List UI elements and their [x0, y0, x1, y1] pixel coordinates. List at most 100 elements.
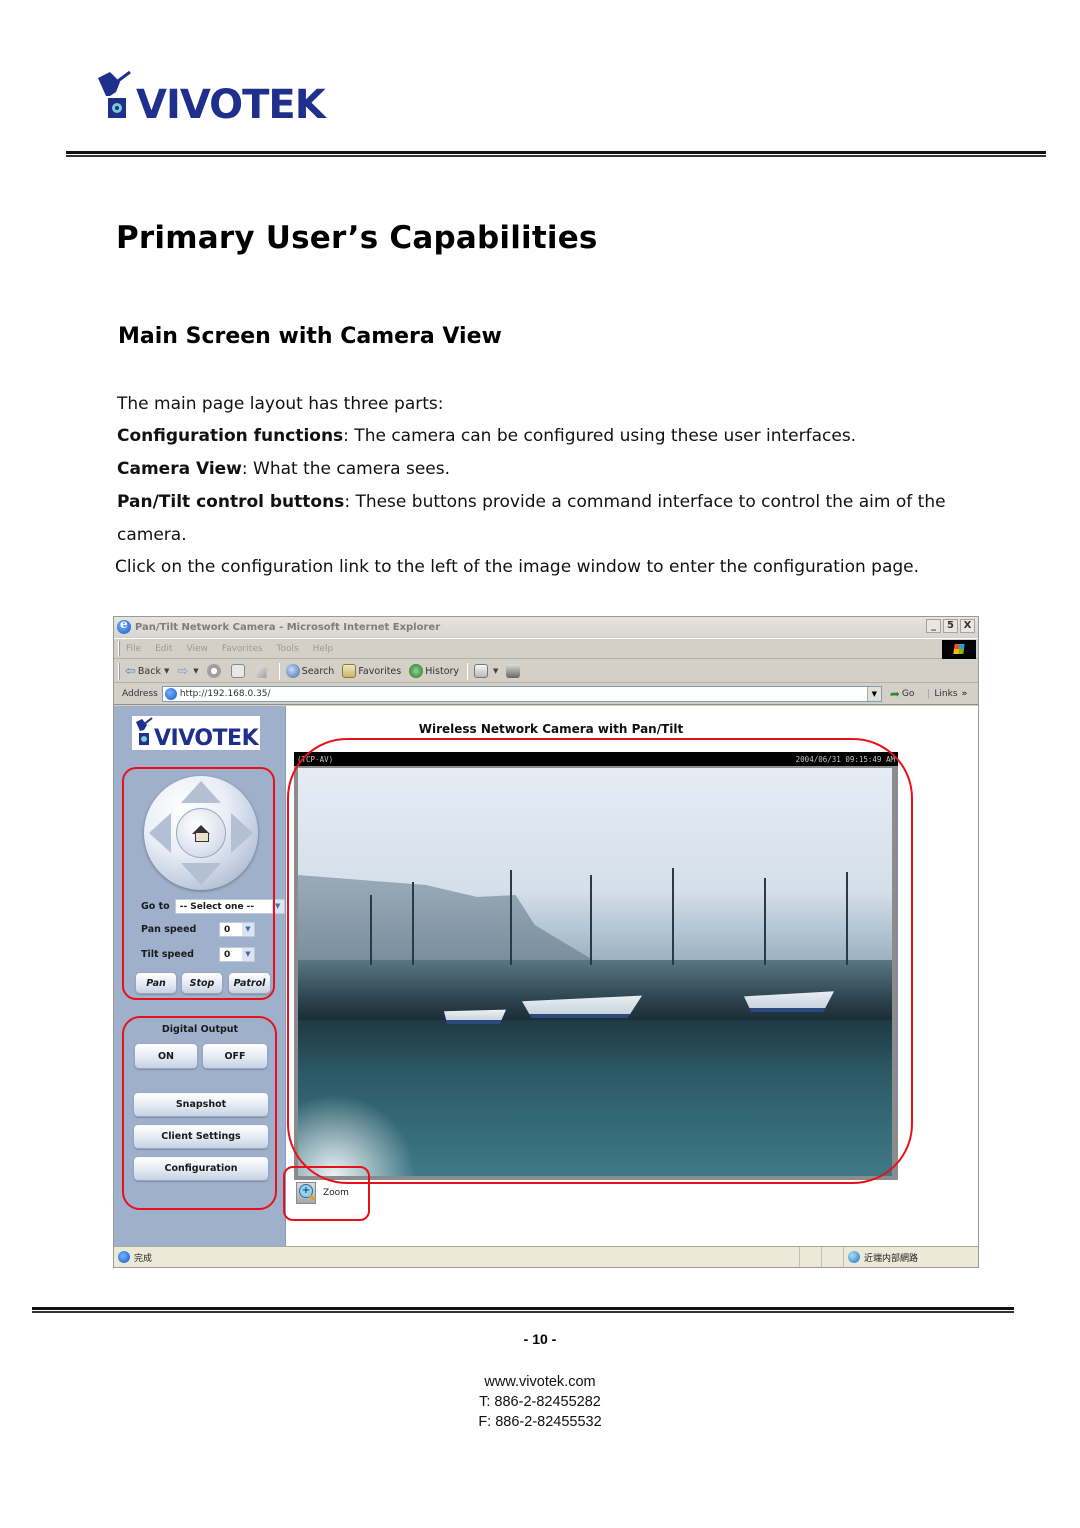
- camera-image: [298, 768, 892, 1176]
- image-pole: [672, 868, 674, 965]
- menu-file[interactable]: File: [126, 644, 141, 654]
- stop-button[interactable]: Stop: [181, 972, 223, 994]
- chevron-down-icon: ▼: [242, 948, 254, 961]
- pan-button[interactable]: Pan: [135, 972, 177, 994]
- part-term: Camera View: [117, 459, 242, 479]
- footer-website: www.vivotek.com: [484, 1374, 596, 1390]
- digital-output-on-button[interactable]: ON: [134, 1043, 198, 1069]
- stop-icon: [206, 664, 221, 678]
- part-desc: : The camera can be configured using the…: [343, 426, 857, 446]
- image-pole: [510, 870, 512, 965]
- menu-edit[interactable]: Edit: [155, 644, 172, 654]
- patrol-button[interactable]: Patrol: [228, 972, 271, 994]
- goto-select[interactable]: -- Select one -- ▼: [174, 899, 285, 914]
- search-button[interactable]: Search: [285, 664, 335, 678]
- camera-view: (TCP-AV) 2004/06/31 09:15:49 AM: [294, 752, 898, 1180]
- refresh-icon: [230, 664, 245, 678]
- image-pole: [370, 895, 372, 965]
- menu-bar: File Edit View Favorites Tools Help: [114, 638, 978, 659]
- home-position-button[interactable]: [176, 808, 226, 858]
- links-button[interactable]: Links»: [928, 689, 967, 699]
- client-settings-button[interactable]: Client Settings: [133, 1124, 269, 1149]
- section-title: Main Screen with Camera View: [118, 324, 502, 349]
- stop-button[interactable]: [206, 664, 223, 678]
- configuration-button[interactable]: Configuration: [133, 1156, 269, 1181]
- go-button[interactable]: ➦ Go: [890, 687, 915, 701]
- back-button[interactable]: ⇦ Back ▼: [125, 664, 169, 679]
- pan-left-arrow-icon[interactable]: [149, 813, 171, 853]
- address-url: http://192.168.0.35/: [179, 689, 271, 699]
- home-button[interactable]: [254, 664, 271, 678]
- favorites-label: Favorites: [358, 665, 402, 677]
- menu-favorites[interactable]: Favorites: [222, 644, 263, 654]
- print-button[interactable]: [506, 664, 522, 678]
- part-term: Configuration functions: [117, 426, 344, 446]
- part-pan-tilt: Pan/Tilt control buttons: These buttons …: [117, 486, 987, 552]
- minimize-button[interactable]: _: [926, 619, 941, 633]
- header-rule: [66, 151, 1046, 157]
- search-label: Search: [301, 665, 335, 677]
- camera-mark-icon: [136, 717, 153, 745]
- page-title: Primary User’s Capabilities: [116, 220, 598, 256]
- globe-icon: [848, 1251, 860, 1263]
- pan-speed-select[interactable]: 0 ▼: [219, 922, 255, 937]
- forward-button[interactable]: ⇨ ▼: [177, 664, 198, 679]
- address-dropdown-icon[interactable]: ▼: [866, 687, 881, 701]
- footer-rule: [32, 1307, 1014, 1313]
- tilt-up-arrow-icon[interactable]: [181, 781, 221, 803]
- pan-tilt-pad: [144, 776, 258, 890]
- zone-label: 近端内部網路: [864, 1253, 919, 1264]
- toolbar-separator: [278, 662, 280, 680]
- image-pole: [764, 878, 766, 965]
- dropdown-caret-icon[interactable]: ▼: [493, 667, 498, 675]
- image-pole: [412, 882, 414, 965]
- logo-text: VIVOTEK: [136, 82, 328, 126]
- image-pole: [590, 875, 592, 965]
- page-icon: [164, 688, 177, 700]
- zoom-button[interactable]: Zoom: [296, 1182, 349, 1204]
- status-pane: [799, 1247, 821, 1267]
- favorites-button[interactable]: Favorites: [342, 664, 401, 678]
- menu-view[interactable]: View: [187, 644, 208, 654]
- video-overlay-bar: (TCP-AV) 2004/06/31 09:15:49 AM: [294, 752, 898, 766]
- dropdown-caret-icon[interactable]: ▼: [164, 667, 169, 675]
- menu-tools[interactable]: Tools: [277, 644, 299, 654]
- goto-row: Go to -- Select one -- ▼: [141, 899, 285, 914]
- pan-speed-row: Pan speed 0 ▼: [141, 922, 255, 937]
- tilt-down-arrow-icon[interactable]: [181, 863, 221, 885]
- favorites-icon: [342, 664, 357, 678]
- toolbar-grip[interactable]: [118, 641, 120, 656]
- timestamp: 2004/06/31 09:15:49 AM: [795, 754, 895, 764]
- vivotek-logo: VIVOTEK: [98, 70, 329, 126]
- page-viewport: VIVOTEK Go to -- Select one -- ▼ Pan spe…: [114, 706, 978, 1247]
- digital-output-label: Digital Output: [161, 1024, 239, 1035]
- mail-button[interactable]: ▼: [474, 664, 498, 678]
- home-icon: [192, 825, 210, 842]
- history-button[interactable]: History: [409, 664, 459, 678]
- restore-button[interactable]: 5: [943, 619, 958, 633]
- back-label: Back: [137, 665, 161, 677]
- menu-help[interactable]: Help: [313, 644, 334, 654]
- status-panes: 近端内部網路: [799, 1247, 978, 1267]
- standard-toolbar: ⇦ Back ▼ ⇨ ▼ Search Favorites History ▼: [114, 660, 978, 683]
- dropdown-caret-icon[interactable]: ▼: [193, 667, 198, 675]
- refresh-button[interactable]: [230, 664, 247, 678]
- status-bar: 完成 近端内部網路: [114, 1246, 978, 1267]
- close-button[interactable]: X: [960, 619, 975, 633]
- closing-text: Click on the configuration link to the l…: [115, 557, 920, 577]
- links-label: Links: [934, 689, 958, 699]
- snapshot-button[interactable]: Snapshot: [133, 1092, 269, 1117]
- tilt-speed-select[interactable]: 0 ▼: [219, 947, 255, 962]
- mail-icon: [474, 664, 489, 678]
- address-label: Address: [122, 689, 158, 699]
- title-bar: Pan/Tilt Network Camera - Microsoft Inte…: [114, 617, 978, 637]
- pan-right-arrow-icon[interactable]: [231, 813, 253, 853]
- status-pane: [821, 1247, 843, 1267]
- digital-output-off-button[interactable]: OFF: [202, 1043, 268, 1069]
- pan-speed-value: 0: [224, 924, 231, 935]
- footer-fax: F: 886-2-82455532: [478, 1414, 602, 1430]
- address-input[interactable]: http://192.168.0.35/ ▼: [161, 686, 882, 702]
- toolbar-grip[interactable]: [118, 662, 120, 680]
- goto-label: Go to: [141, 901, 170, 912]
- search-icon: [285, 664, 300, 678]
